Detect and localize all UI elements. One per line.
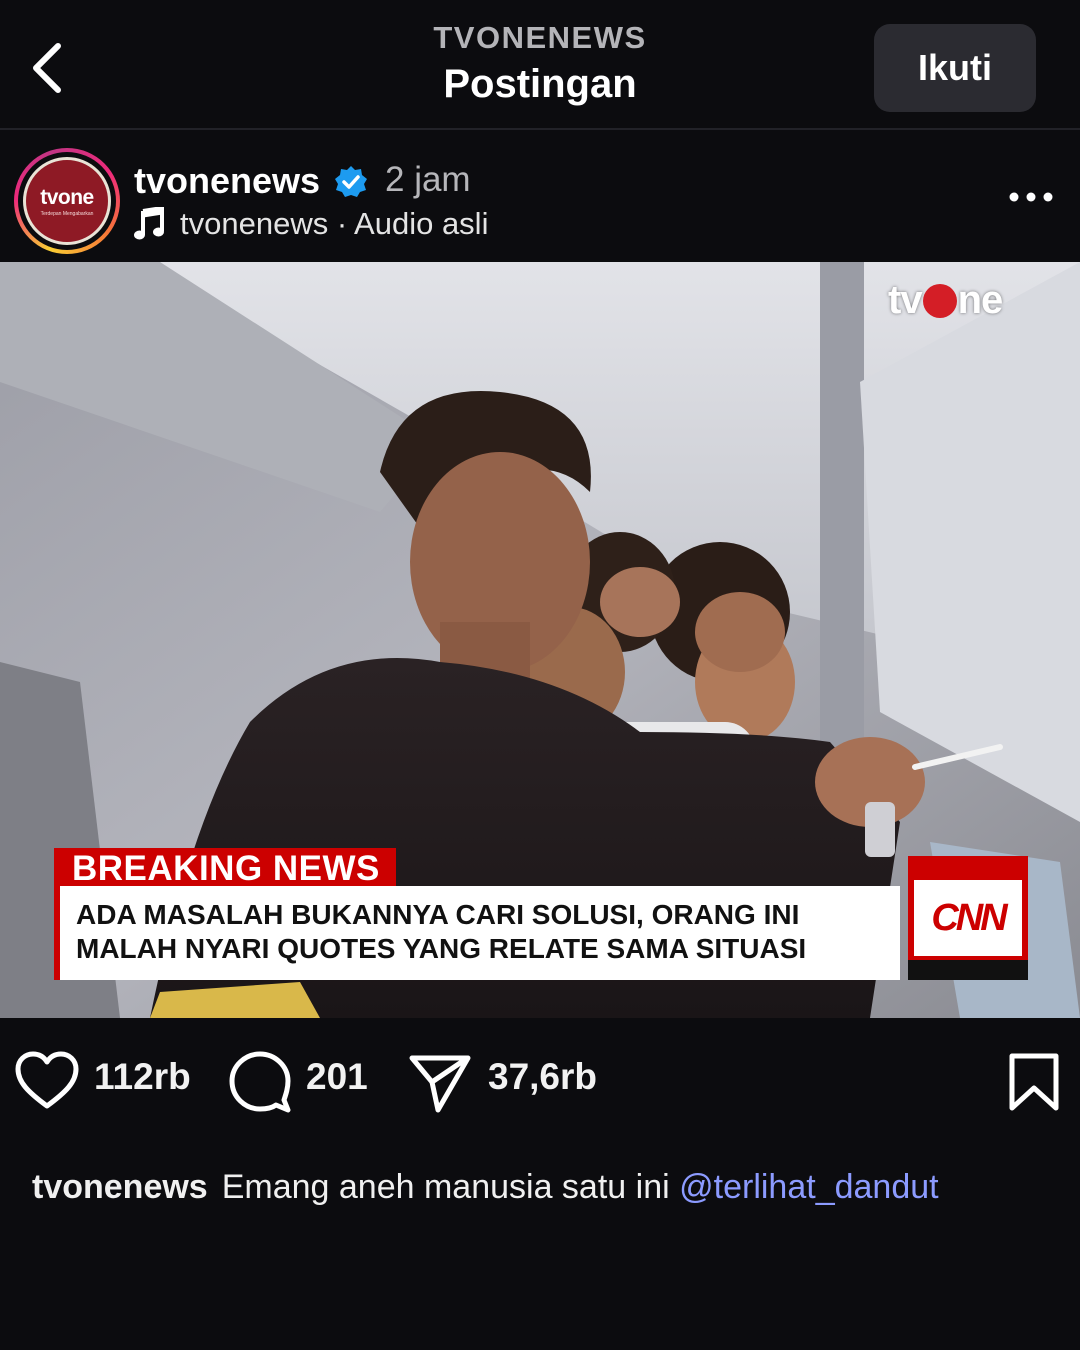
page-title: Postingan	[443, 62, 637, 106]
cnn-logo-bar	[908, 960, 1028, 980]
header-titles: TVONENEWS Postingan	[340, 20, 740, 107]
more-options-icon[interactable]	[1004, 182, 1058, 212]
headline-line: MALAH NYARI QUOTES YANG RELATE SAMA SITU…	[76, 933, 807, 964]
post-media[interactable]: tv ne BREAKING NEWS ADA MASALAH BUKANNYA …	[0, 262, 1080, 1018]
avatar-tagline: Terdepan Mengabarkan	[40, 210, 94, 217]
music-note-icon	[134, 207, 164, 240]
post-header: tvone Terdepan Mengabarkan tvonenews 2 j…	[0, 130, 1080, 260]
audio-label: tvonenews · Audio asli	[180, 206, 489, 241]
tvone-globe-icon	[922, 283, 957, 318]
tvone-watermark-ne: ne	[957, 278, 1004, 322]
share-count[interactable]: 37,6rb	[488, 1056, 597, 1098]
comment-count[interactable]: 201	[306, 1056, 368, 1098]
post-caption: tvonenews Emang aneh manusia satu ini @te…	[32, 1168, 939, 1207]
cnn-logo-text: CNN	[931, 896, 1007, 939]
headline-box: ADA MASALAH BUKANNYA CARI SOLUSI, ORANG …	[54, 886, 900, 980]
chevron-left-icon	[33, 43, 61, 93]
audio-link[interactable]: tvonenews · Audio asli	[134, 206, 488, 242]
headline-line: ADA MASALAH BUKANNYA CARI SOLUSI, ORANG …	[76, 899, 800, 930]
heart-icon[interactable]	[14, 1050, 80, 1112]
header-account-name: TVONENEWS	[433, 20, 647, 55]
post-time: 2 jam	[385, 160, 471, 199]
avatar-logo-text: tvone	[40, 185, 94, 209]
post-action-bar: 112rb 201 37,6rb	[0, 1040, 1080, 1124]
story-ring[interactable]: tvone Terdepan Mengabarkan	[14, 148, 120, 254]
verified-badge-icon	[335, 166, 367, 197]
top-navigation-bar: TVONENEWS Postingan Ikuti	[0, 0, 1080, 130]
tvone-watermark: tv ne	[888, 278, 1004, 323]
cnn-logo-inner: CNN	[914, 880, 1022, 956]
caption-username[interactable]: tvonenews	[32, 1168, 208, 1206]
caption-mention-link[interactable]: @terlihat_dandut	[679, 1168, 938, 1206]
tvone-watermark-tv: tv	[888, 278, 923, 322]
back-button[interactable]	[24, 36, 84, 100]
post-username[interactable]: tvonenews	[134, 160, 320, 202]
paper-plane-icon[interactable]	[408, 1052, 472, 1114]
follow-button[interactable]: Ikuti	[874, 24, 1036, 112]
bookmark-icon[interactable]	[1006, 1052, 1062, 1112]
breaking-news-label: BREAKING NEWS	[54, 848, 396, 890]
like-count[interactable]: 112rb	[94, 1056, 191, 1098]
avatar-gap: tvone Terdepan Mengabarkan	[18, 152, 116, 250]
caption-text: Emang aneh manusia satu ini	[221, 1168, 670, 1206]
comment-bubble-icon[interactable]	[228, 1050, 292, 1114]
avatar: tvone Terdepan Mengabarkan	[23, 157, 111, 245]
cnn-logo: CNN	[908, 856, 1028, 980]
